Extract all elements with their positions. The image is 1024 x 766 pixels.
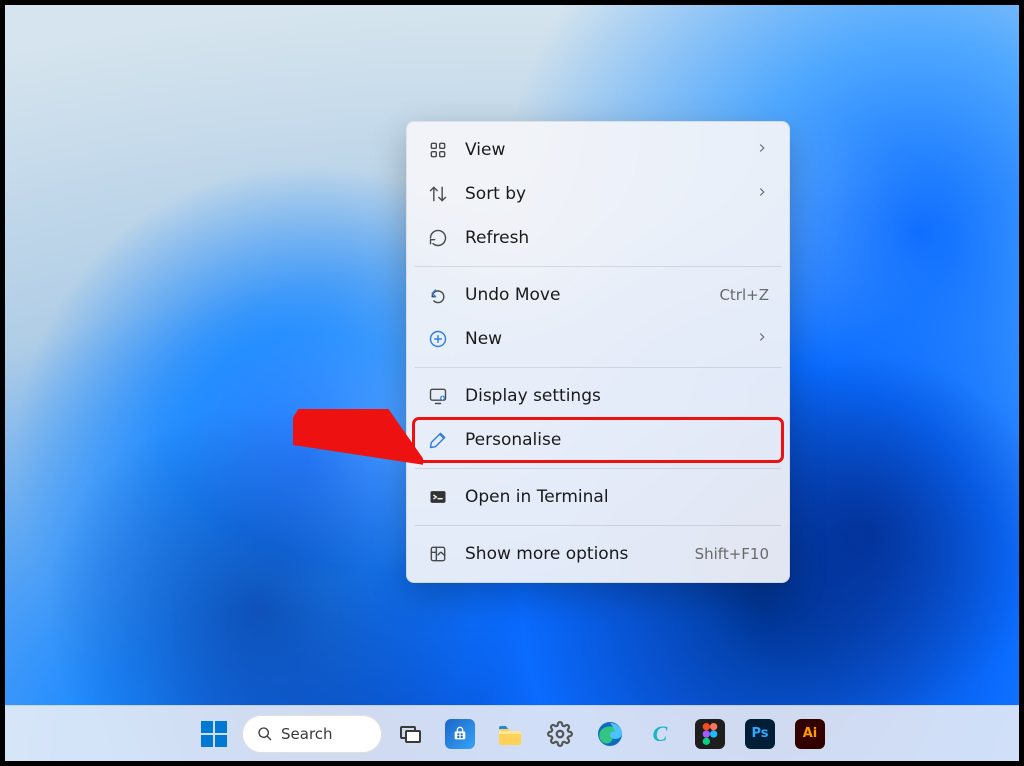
photoshop-button[interactable]: Ps — [738, 712, 782, 756]
menu-item-shortcut: Shift+F10 — [695, 545, 769, 563]
edge-icon — [595, 719, 625, 749]
grid-icon — [427, 139, 449, 161]
refresh-icon — [427, 227, 449, 249]
gear-icon — [547, 721, 573, 747]
menu-item-view[interactable]: View — [413, 128, 783, 172]
brush-icon — [427, 429, 449, 451]
windows-logo-icon — [201, 721, 227, 747]
terminal-icon — [427, 486, 449, 508]
menu-item-show-more-options[interactable]: Show more options Shift+F10 — [413, 532, 783, 576]
menu-item-label: Personalise — [465, 430, 561, 450]
menu-item-label: New — [465, 329, 502, 349]
menu-separator — [415, 367, 781, 368]
more-icon — [427, 543, 449, 565]
menu-item-sort-by[interactable]: Sort by — [413, 172, 783, 216]
menu-item-undo-move[interactable]: Undo Move Ctrl+Z — [413, 273, 783, 317]
sort-icon — [427, 183, 449, 205]
menu-item-display-settings[interactable]: Display settings — [413, 374, 783, 418]
chevron-right-icon — [755, 184, 769, 204]
figma-icon — [695, 719, 725, 749]
task-view-icon — [398, 722, 422, 746]
menu-item-label: Refresh — [465, 228, 529, 248]
menu-item-label: Open in Terminal — [465, 487, 609, 507]
menu-item-label: Show more options — [465, 544, 628, 564]
edge-button[interactable] — [588, 712, 632, 756]
search-label: Search — [281, 725, 333, 743]
desktop-context-menu: View Sort by Refresh Undo Move Ctrl+Z New Disp… — [406, 121, 790, 583]
chevron-right-icon — [755, 329, 769, 349]
menu-item-personalise[interactable]: Personalise — [413, 418, 783, 462]
menu-item-refresh[interactable]: Refresh — [413, 216, 783, 260]
taskbar: Search C Ps Ai — [5, 705, 1019, 761]
file-explorer-icon — [495, 719, 525, 749]
menu-separator — [415, 266, 781, 267]
undo-icon — [427, 284, 449, 306]
chevron-right-icon — [755, 140, 769, 160]
search-icon — [257, 726, 273, 742]
menu-separator — [415, 525, 781, 526]
file-explorer-button[interactable] — [488, 712, 532, 756]
menu-item-shortcut: Ctrl+Z — [719, 286, 769, 304]
menu-item-label: Undo Move — [465, 285, 560, 305]
copilot-button[interactable]: C — [638, 712, 682, 756]
plus-icon — [427, 328, 449, 350]
menu-separator — [415, 468, 781, 469]
microsoft-store-button[interactable] — [438, 712, 482, 756]
start-button[interactable] — [192, 712, 236, 756]
photoshop-icon: Ps — [745, 719, 775, 749]
figma-button[interactable] — [688, 712, 732, 756]
settings-button[interactable] — [538, 712, 582, 756]
menu-item-new[interactable]: New — [413, 317, 783, 361]
menu-item-label: Sort by — [465, 184, 526, 204]
copilot-icon: C — [645, 719, 675, 749]
illustrator-icon: Ai — [795, 719, 825, 749]
menu-item-open-in-terminal[interactable]: Open in Terminal — [413, 475, 783, 519]
store-icon — [445, 719, 475, 749]
menu-item-label: Display settings — [465, 386, 601, 406]
search-pill[interactable]: Search — [242, 715, 382, 753]
illustrator-button[interactable]: Ai — [788, 712, 832, 756]
display-icon — [427, 385, 449, 407]
task-view-button[interactable] — [388, 712, 432, 756]
menu-item-label: View — [465, 140, 505, 160]
